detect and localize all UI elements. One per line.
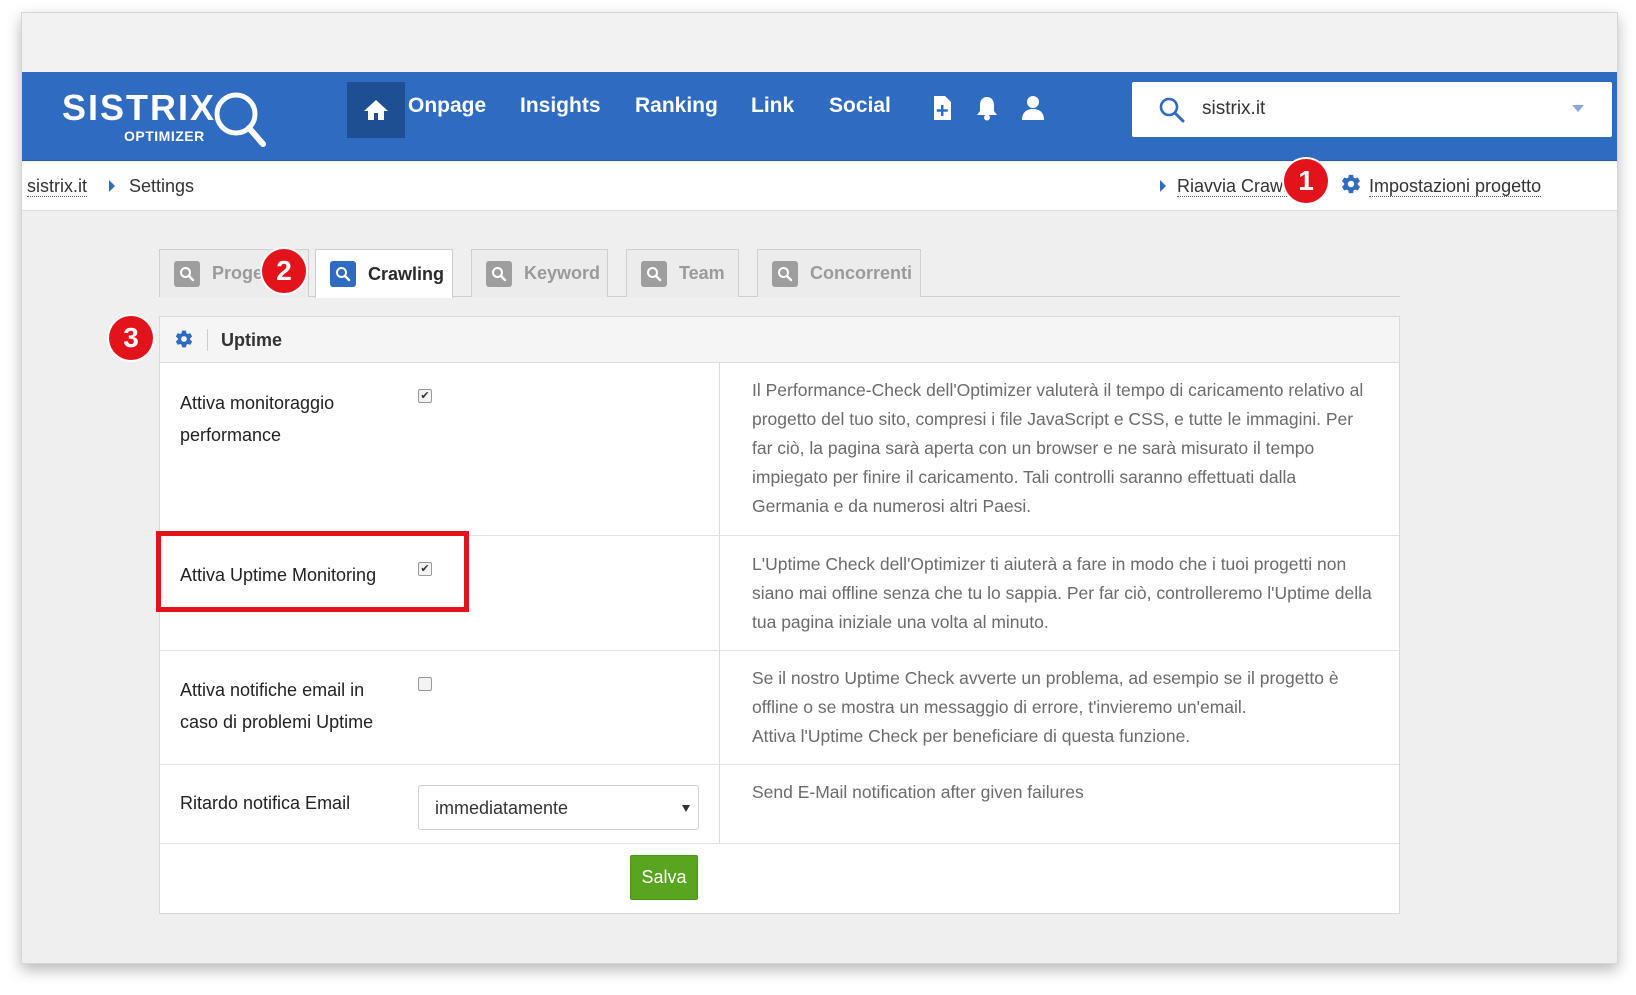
breadcrumb-project-link[interactable]: sistrix.it: [27, 176, 87, 197]
annotation-marker-3: 3: [109, 316, 153, 360]
email-notification-checkbox[interactable]: [418, 677, 432, 691]
caret-right-icon: [1160, 180, 1166, 192]
search-icon: [772, 260, 798, 287]
home-icon: [364, 100, 388, 120]
search-icon: [486, 260, 512, 287]
project-search[interactable]: [1132, 82, 1612, 137]
nav-item-social[interactable]: Social: [829, 94, 891, 118]
description-line: Se il nostro Uptime Check avverte un pro…: [752, 668, 1339, 717]
nav-item-insights[interactable]: Insights: [520, 94, 601, 118]
search-icon: [330, 261, 356, 287]
setting-label: Attiva monitoraggio performance: [180, 393, 335, 445]
tab-label: Team: [679, 263, 725, 283]
tab-label: Keyword: [524, 263, 601, 283]
chevron-down-icon[interactable]: [1572, 105, 1584, 112]
tab-label: Crawling: [368, 263, 445, 284]
nav-item-onpage[interactable]: Onpage: [408, 94, 486, 118]
setting-description: Send E-Mail notification after given fai…: [752, 782, 1084, 802]
setting-label: Attiva Uptime Monitoring: [180, 565, 377, 585]
tab-label: Concorrenti: [810, 263, 913, 283]
setting-label: Attiva notifiche email in caso di proble…: [180, 680, 374, 732]
add-file-icon[interactable]: [928, 93, 956, 123]
logo-text: SISTRIX: [62, 87, 217, 128]
project-settings-link[interactable]: Impostazioni progetto: [1369, 176, 1542, 197]
setting-row-email-delay: Ritardo notifica Email immediatamente Se…: [160, 765, 1399, 844]
save-button[interactable]: Salva: [630, 855, 698, 900]
setting-row-performance: Attiva monitoraggio performance ✔ Il Per…: [160, 363, 1399, 536]
setting-label: Ritardo notifica Email: [180, 793, 351, 813]
tab-crawling[interactable]: Crawling: [315, 249, 453, 298]
bell-icon[interactable]: [973, 93, 1001, 123]
uptime-monitoring-checkbox[interactable]: ✔: [418, 562, 432, 576]
breadcrumb-current: Settings: [129, 176, 195, 196]
divider: [207, 329, 208, 351]
column-divider: [719, 536, 720, 650]
gear-icon: [175, 330, 193, 348]
window-chrome: [22, 13, 1617, 72]
setting-description: L'Uptime Check dell'Optimizer ti aiuterà…: [752, 554, 1372, 632]
setting-description: Il Performance-Check dell'Optimizer valu…: [752, 380, 1364, 516]
performance-monitoring-checkbox[interactable]: ✔: [418, 389, 432, 403]
breadcrumb-bar: sistrix.it Settings Riavvia Crawler Impo…: [22, 162, 1617, 211]
panel-header: Uptime: [160, 317, 1399, 363]
annotation-marker-1: 1: [1284, 159, 1328, 203]
search-input[interactable]: [1202, 92, 1552, 126]
search-icon: [1159, 97, 1185, 123]
panel-title: Uptime: [221, 330, 283, 350]
description-line: Attiva l'Uptime Check per beneficiare di…: [752, 726, 1191, 746]
uptime-settings-panel: Uptime Attiva monitoraggio performance ✔…: [159, 316, 1400, 914]
top-navigation: SISTRIX OPTIMIZER Onpage Insights Rankin…: [22, 72, 1617, 161]
column-divider: [719, 765, 720, 843]
logo-subtitle: OPTIMIZER: [124, 128, 205, 144]
search-icon: [174, 260, 200, 287]
setting-row-uptime: Attiva Uptime Monitoring ✔ L'Uptime Chec…: [160, 536, 1399, 651]
sistrix-logo[interactable]: SISTRIX OPTIMIZER: [62, 84, 277, 150]
tab-keyword[interactable]: Keyword: [471, 249, 608, 297]
user-icon[interactable]: [1019, 93, 1047, 123]
search-icon: [641, 260, 667, 287]
annotation-marker-2: 2: [262, 249, 306, 293]
breadcrumb-arrow-icon: [109, 180, 115, 192]
email-delay-select[interactable]: immediatamente: [418, 785, 699, 830]
tab-concorrenti[interactable]: Concorrenti: [757, 249, 921, 297]
select-value: immediatamente: [435, 798, 569, 818]
chevron-down-icon: [682, 805, 690, 812]
tab-team[interactable]: Team: [626, 249, 739, 297]
nav-item-ranking[interactable]: Ranking: [635, 94, 718, 118]
home-button[interactable]: [347, 82, 405, 138]
column-divider: [719, 651, 720, 764]
gear-icon: [1342, 174, 1360, 194]
browser-window: SISTRIX OPTIMIZER Onpage Insights Rankin…: [21, 12, 1618, 964]
logo-magnifier-icon: [214, 92, 266, 147]
column-divider: [719, 363, 720, 535]
nav-item-link[interactable]: Link: [751, 94, 794, 118]
setting-description: Se il nostro Uptime Check avverte un pro…: [752, 664, 1377, 751]
setting-row-email-notifications: Attiva notifiche email in caso di proble…: [160, 651, 1399, 765]
